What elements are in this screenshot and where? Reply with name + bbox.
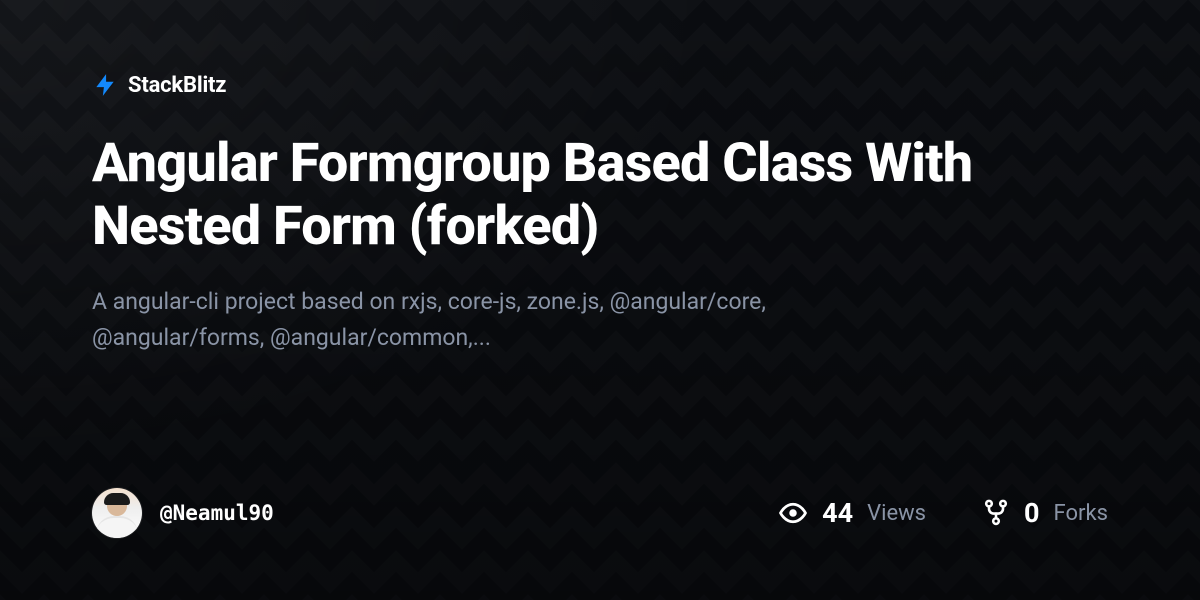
fork-icon [982,499,1010,527]
card-content: StackBlitz Angular Formgroup Based Class… [0,0,1200,600]
project-title: Angular Formgroup Based Class With Neste… [92,132,1108,258]
views-label: Views [867,501,926,526]
project-description: A angular-cli project based on rxjs, cor… [92,284,852,355]
forks-value: 0 [1024,497,1040,529]
author-username: @Neamul90 [160,501,274,525]
bolt-icon [92,72,118,98]
forks-stat: 0 Forks [982,497,1108,529]
avatar [92,488,142,538]
stats-row: 44 Views 0 Forks [778,497,1108,529]
brand-row: StackBlitz [92,72,1108,98]
views-stat: 44 Views [778,497,926,529]
forks-label: Forks [1054,501,1108,526]
views-value: 44 [822,497,853,529]
footer-row: @Neamul90 44 Views [92,488,1108,600]
author-block[interactable]: @Neamul90 [92,488,274,538]
brand-name: StackBlitz [128,73,226,98]
eye-icon [778,498,808,528]
